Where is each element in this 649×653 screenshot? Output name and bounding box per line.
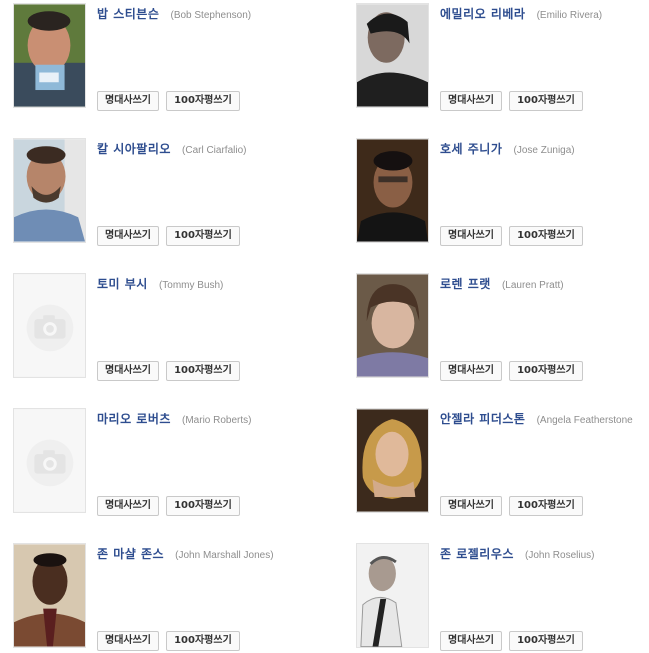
write-review-button[interactable]: 100자평쓰기 bbox=[509, 361, 583, 381]
korean-name[interactable]: 밥 스티븐슨 bbox=[97, 7, 159, 21]
write-quote-button[interactable]: 명대사쓰기 bbox=[97, 631, 159, 651]
cast-card: 마리오 로버츠 (Mario Roberts) 명대사쓰기 100자평쓰기 bbox=[0, 405, 300, 516]
cast-card: 존 로젤리우스 (John Roselius) 명대사쓰기 100자평쓰기 bbox=[343, 540, 643, 651]
cast-card: 칼 시아팔리오 (Carl Ciarfalio) 명대사쓰기 100자평쓰기 bbox=[0, 135, 300, 246]
action-buttons: 명대사쓰기 100자평쓰기 bbox=[97, 223, 242, 246]
korean-name[interactable]: 존 로젤리우스 bbox=[440, 547, 514, 561]
action-buttons: 명대사쓰기 100자평쓰기 bbox=[97, 628, 242, 651]
action-buttons: 명대사쓰기 100자평쓰기 bbox=[440, 628, 585, 651]
actor-name[interactable]: 마리오 로버츠 (Mario Roberts) bbox=[97, 408, 251, 427]
korean-name[interactable]: 호세 주니가 bbox=[440, 142, 502, 156]
actor-name[interactable]: 호세 주니가 (Jose Zuniga) bbox=[440, 138, 575, 157]
actor-photo-image bbox=[357, 4, 428, 107]
write-review-button[interactable]: 100자평쓰기 bbox=[509, 91, 583, 111]
actor-photo-image bbox=[14, 544, 85, 647]
actor-photo[interactable] bbox=[13, 273, 86, 378]
korean-name[interactable]: 안젤라 피더스톤 bbox=[440, 412, 525, 426]
korean-name[interactable]: 마리오 로버츠 bbox=[97, 412, 171, 426]
actor-photo[interactable] bbox=[356, 273, 429, 378]
english-name: (Jose Zuniga) bbox=[513, 145, 575, 156]
actor-photo-image bbox=[14, 4, 85, 107]
korean-name[interactable]: 칼 시아팔리오 bbox=[97, 142, 171, 156]
actor-name[interactable]: 칼 시아팔리오 (Carl Ciarfalio) bbox=[97, 138, 246, 157]
write-review-button[interactable]: 100자평쓰기 bbox=[509, 631, 583, 651]
action-buttons: 명대사쓰기 100자평쓰기 bbox=[440, 88, 585, 111]
action-buttons: 명대사쓰기 100자평쓰기 bbox=[97, 88, 242, 111]
actor-photo-image bbox=[357, 409, 428, 512]
write-review-button[interactable]: 100자평쓰기 bbox=[166, 631, 240, 651]
actor-photo-image bbox=[14, 139, 85, 242]
action-buttons: 명대사쓰기 100자평쓰기 bbox=[440, 223, 585, 246]
cast-grid: 밥 스티븐슨 (Bob Stephenson) 명대사쓰기 100자평쓰기 에밀… bbox=[0, 0, 649, 653]
cast-card: 안젤라 피더스톤 (Angela Featherstone 명대사쓰기 100자… bbox=[343, 405, 643, 516]
write-review-button[interactable]: 100자평쓰기 bbox=[166, 226, 240, 246]
action-buttons: 명대사쓰기 100자평쓰기 bbox=[97, 358, 242, 381]
actor-photo-image bbox=[357, 544, 428, 647]
english-name: (John Marshall Jones) bbox=[175, 550, 274, 561]
action-buttons: 명대사쓰기 100자평쓰기 bbox=[97, 493, 242, 516]
write-review-button[interactable]: 100자평쓰기 bbox=[166, 361, 240, 381]
cast-card: 밥 스티븐슨 (Bob Stephenson) 명대사쓰기 100자평쓰기 bbox=[0, 0, 300, 111]
write-review-button[interactable]: 100자평쓰기 bbox=[509, 226, 583, 246]
actor-name[interactable]: 존 로젤리우스 (John Roselius) bbox=[440, 543, 595, 562]
write-quote-button[interactable]: 명대사쓰기 bbox=[440, 496, 502, 516]
korean-name[interactable]: 로렌 프랫 bbox=[440, 277, 491, 291]
write-quote-button[interactable]: 명대사쓰기 bbox=[440, 631, 502, 651]
write-quote-button[interactable]: 명대사쓰기 bbox=[440, 361, 502, 381]
cast-card: 호세 주니가 (Jose Zuniga) 명대사쓰기 100자평쓰기 bbox=[343, 135, 643, 246]
english-name: (Bob Stephenson) bbox=[170, 10, 252, 21]
action-buttons: 명대사쓰기 100자평쓰기 bbox=[440, 358, 585, 381]
write-review-button[interactable]: 100자평쓰기 bbox=[166, 496, 240, 516]
write-review-button[interactable]: 100자평쓰기 bbox=[509, 496, 583, 516]
placeholder-camera-icon bbox=[14, 409, 85, 512]
placeholder-camera-icon bbox=[14, 274, 85, 377]
actor-photo-image bbox=[357, 139, 428, 242]
cast-card: 로렌 프랫 (Lauren Pratt) 명대사쓰기 100자평쓰기 bbox=[343, 270, 643, 381]
actor-name[interactable]: 토미 부시 (Tommy Bush) bbox=[97, 273, 223, 292]
write-quote-button[interactable]: 명대사쓰기 bbox=[440, 226, 502, 246]
english-name: (Carl Ciarfalio) bbox=[182, 145, 247, 156]
actor-name[interactable]: 에밀리오 리베라 (Emilio Rivera) bbox=[440, 3, 602, 22]
actor-photo[interactable] bbox=[13, 408, 86, 513]
actor-photo[interactable] bbox=[356, 543, 429, 648]
write-quote-button[interactable]: 명대사쓰기 bbox=[97, 91, 159, 111]
cast-card: 존 마샬 존스 (John Marshall Jones) 명대사쓰기 100자… bbox=[0, 540, 300, 651]
english-name: (Lauren Pratt) bbox=[501, 280, 564, 291]
actor-name[interactable]: 로렌 프랫 (Lauren Pratt) bbox=[440, 273, 564, 292]
write-quote-button[interactable]: 명대사쓰기 bbox=[97, 226, 159, 246]
write-quote-button[interactable]: 명대사쓰기 bbox=[440, 91, 502, 111]
korean-name[interactable]: 토미 부시 bbox=[97, 277, 148, 291]
actor-name[interactable]: 안젤라 피더스톤 (Angela Featherstone bbox=[440, 408, 633, 427]
write-review-button[interactable]: 100자평쓰기 bbox=[166, 91, 240, 111]
actor-photo[interactable] bbox=[356, 408, 429, 513]
english-name: (Mario Roberts) bbox=[182, 415, 252, 426]
cast-card: 토미 부시 (Tommy Bush) 명대사쓰기 100자평쓰기 bbox=[0, 270, 300, 381]
actor-photo-image bbox=[357, 274, 428, 377]
cast-card: 에밀리오 리베라 (Emilio Rivera) 명대사쓰기 100자평쓰기 bbox=[343, 0, 643, 111]
actor-photo[interactable] bbox=[13, 543, 86, 648]
english-name: (Tommy Bush) bbox=[158, 280, 224, 291]
actor-photo[interactable] bbox=[356, 3, 429, 108]
english-name: (Emilio Rivera) bbox=[536, 10, 603, 21]
actor-photo[interactable] bbox=[356, 138, 429, 243]
korean-name[interactable]: 존 마샬 존스 bbox=[97, 547, 164, 561]
action-buttons: 명대사쓰기 100자평쓰기 bbox=[440, 493, 585, 516]
english-name: (Angela Featherstone bbox=[536, 415, 633, 426]
english-name: (John Roselius) bbox=[525, 550, 595, 561]
actor-photo[interactable] bbox=[13, 3, 86, 108]
actor-name[interactable]: 밥 스티븐슨 (Bob Stephenson) bbox=[97, 3, 251, 22]
actor-photo[interactable] bbox=[13, 138, 86, 243]
korean-name[interactable]: 에밀리오 리베라 bbox=[440, 7, 525, 21]
write-quote-button[interactable]: 명대사쓰기 bbox=[97, 496, 159, 516]
write-quote-button[interactable]: 명대사쓰기 bbox=[97, 361, 159, 381]
actor-name[interactable]: 존 마샬 존스 (John Marshall Jones) bbox=[97, 543, 274, 562]
